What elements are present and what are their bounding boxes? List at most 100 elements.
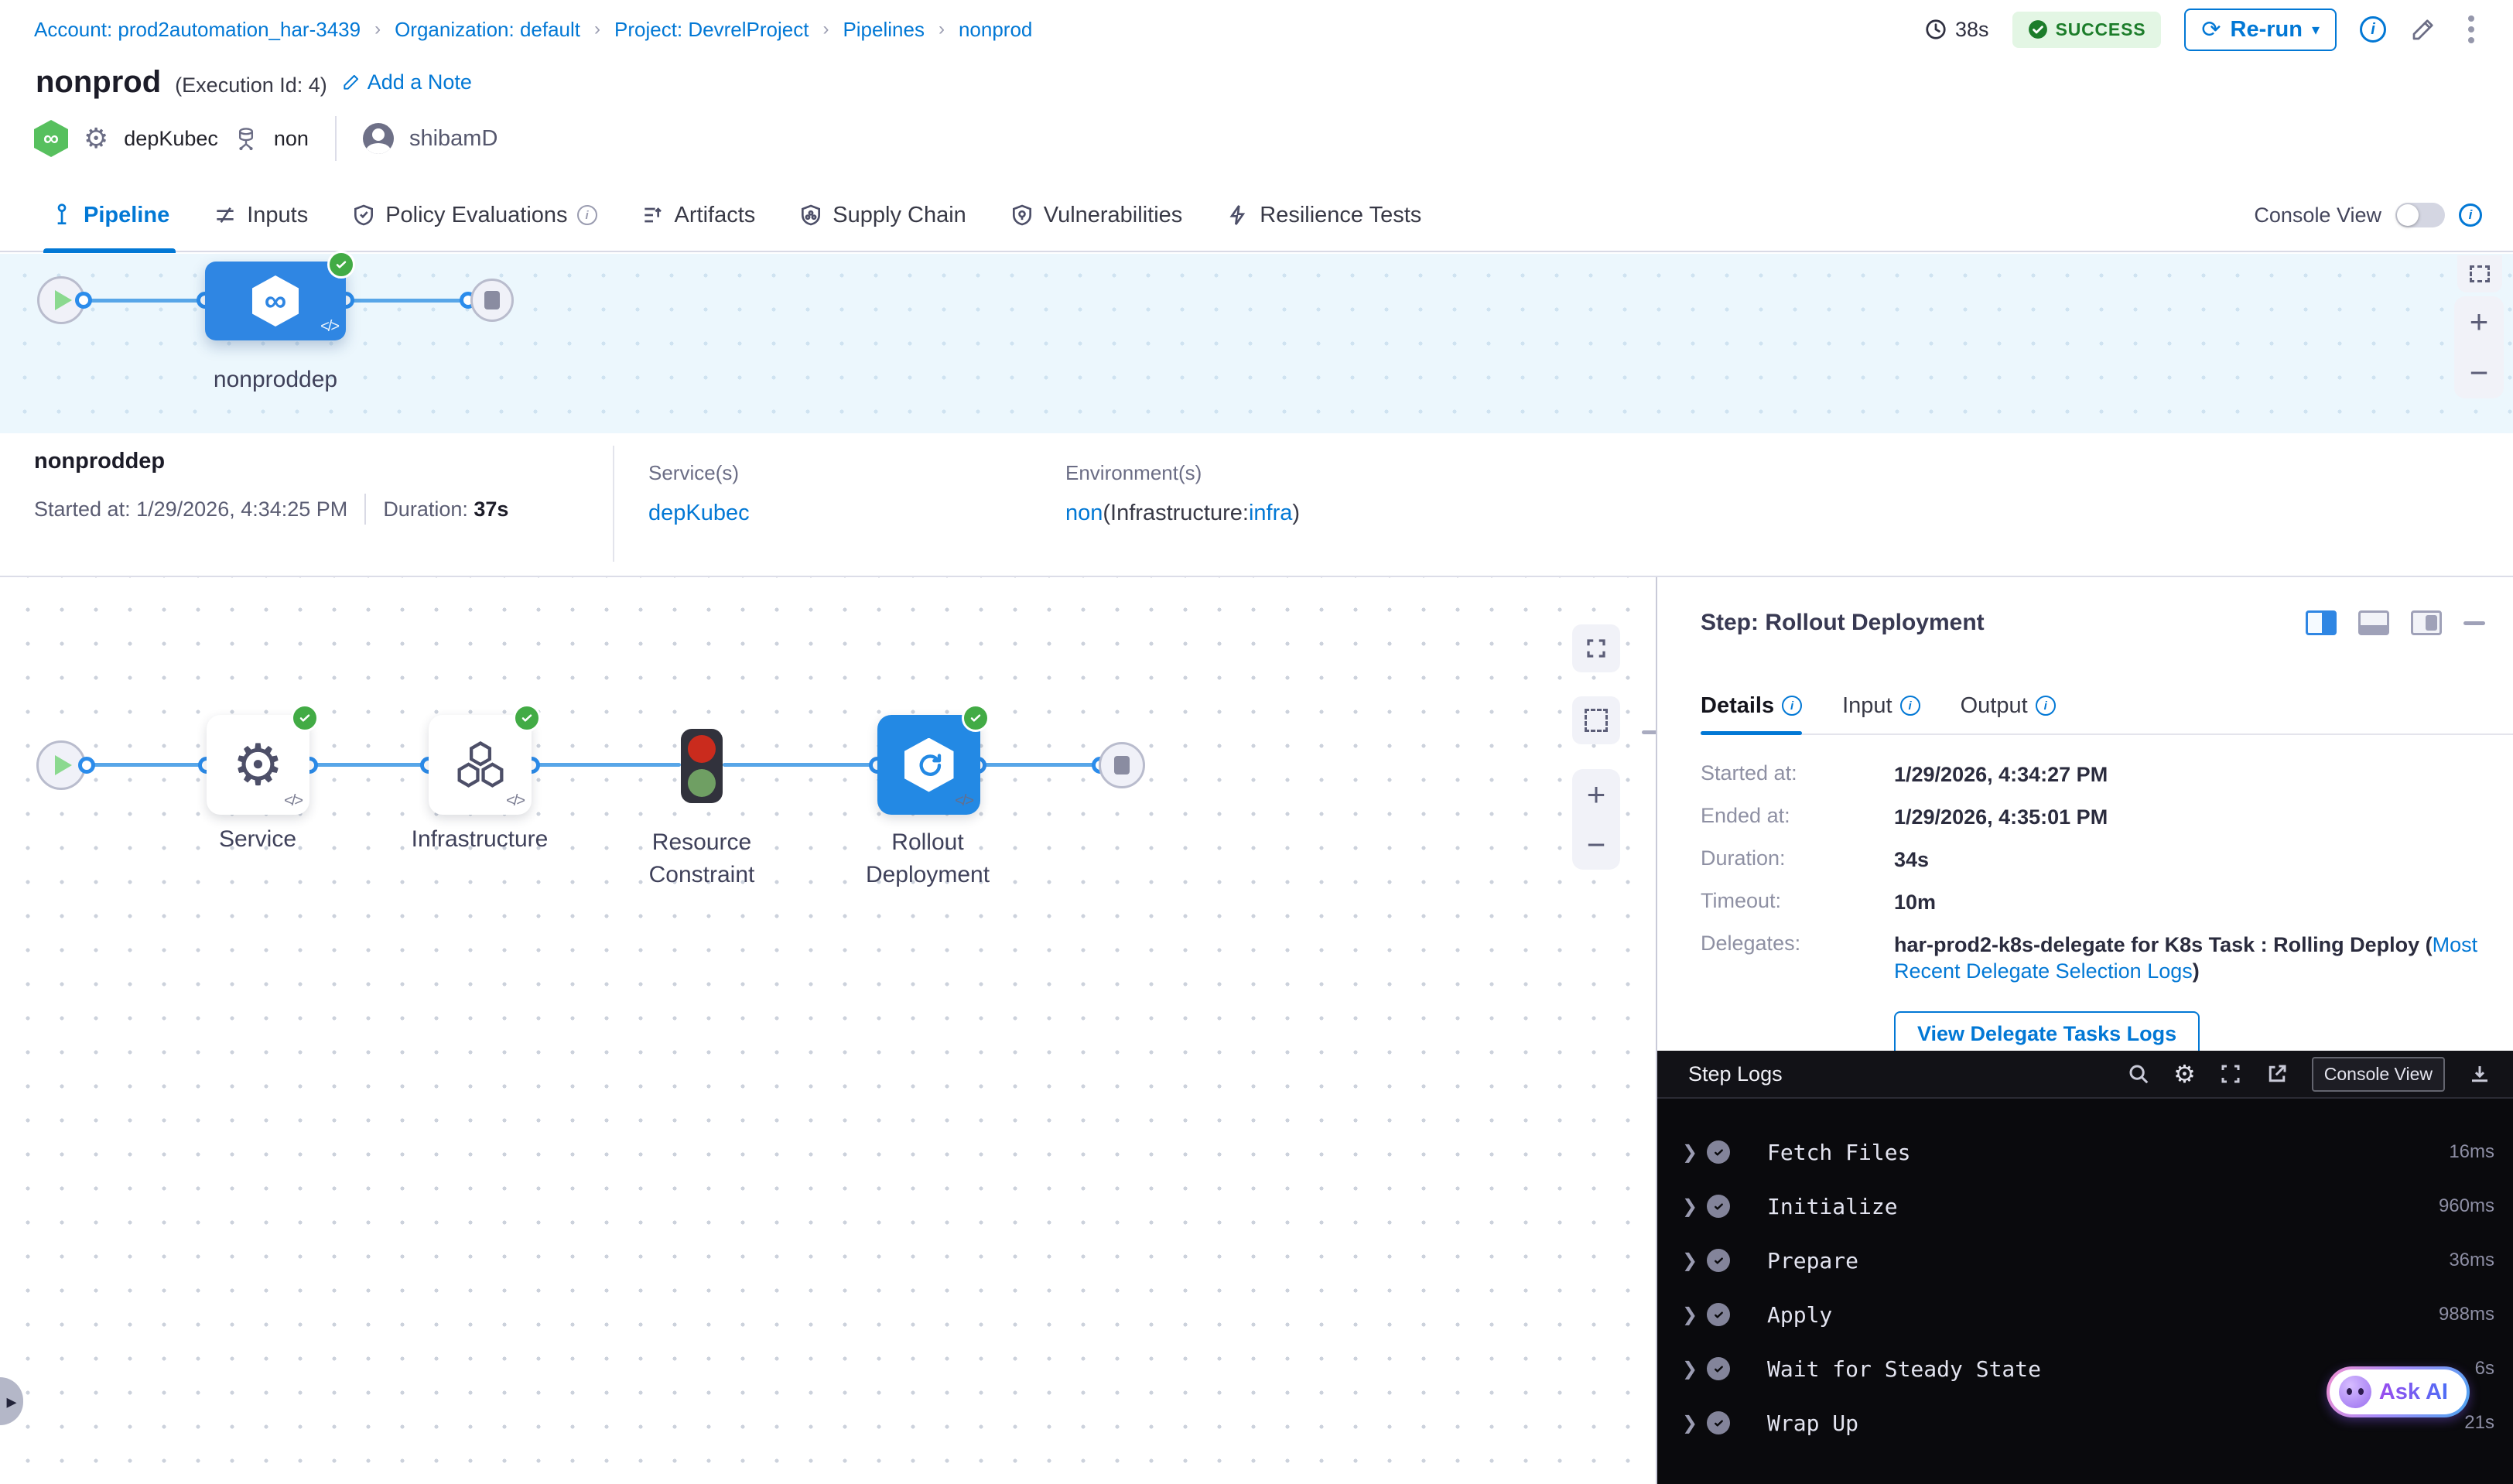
detail-value: 34s — [1894, 846, 1929, 873]
layout-split-right-icon[interactable] — [2306, 610, 2337, 635]
expand-chevron-icon[interactable]: ❯ — [1673, 1141, 1707, 1164]
tab-details[interactable]: Details i — [1701, 678, 1802, 733]
stage-node-nonproddep[interactable]: ∞ </> — [205, 262, 346, 340]
details-info-icon[interactable]: i — [1782, 696, 1802, 716]
console-view-button[interactable]: Console View — [2312, 1057, 2445, 1092]
stage-node-label[interactable]: nonproddep — [159, 367, 391, 393]
zoom-in-button[interactable]: + — [2470, 306, 2489, 338]
breadcrumb-pipelines[interactable]: Pipelines — [843, 18, 925, 42]
infra-link[interactable]: infra — [1249, 501, 1292, 525]
tab-output[interactable]: Output i — [1961, 678, 2056, 733]
tab-supply-chain[interactable]: Supply Chain — [798, 179, 966, 251]
step-node-label[interactable]: Infrastructure — [379, 826, 580, 853]
zoom-in-button[interactable]: + — [1587, 778, 1606, 811]
marquee-select-button[interactable] — [1572, 696, 1620, 744]
stage-summary-times: Started at: 1/29/2026, 4:34:25 PM Durati… — [34, 494, 508, 525]
layout-bottom-icon[interactable] — [2358, 610, 2389, 635]
stage-marquee-select-button[interactable] — [2457, 255, 2502, 292]
input-info-icon[interactable]: i — [1900, 696, 1920, 716]
fit-to-screen-button[interactable] — [1572, 624, 1620, 672]
cd-stage-icon: ∞ — [252, 275, 299, 327]
execution-info-icon[interactable]: i — [2360, 16, 2386, 43]
breadcrumb-project[interactable]: Project: DevrelProject — [614, 18, 809, 42]
chevron-down-icon: ▾ — [2312, 20, 2320, 39]
step-node-resource-constraint[interactable] — [681, 729, 723, 803]
tab-pipeline[interactable]: Pipeline — [50, 179, 169, 251]
execution-id: (Execution Id: 4) — [175, 74, 327, 97]
breadcrumb-pipeline-name[interactable]: nonprod — [959, 18, 1032, 42]
policy-info-icon[interactable]: i — [577, 205, 597, 225]
console-view-info-icon[interactable]: i — [2459, 203, 2482, 227]
log-row-fetch-files[interactable]: ❯ Fetch Files 16ms — [1657, 1125, 2513, 1179]
detail-row-timeout: Timeout: 10m — [1701, 889, 2482, 915]
ask-ai-button[interactable]: Ask AI — [2327, 1366, 2470, 1417]
execution-edge — [723, 763, 877, 767]
step-node-label[interactable]: Resource Constraint — [601, 826, 802, 891]
ask-ai-label: Ask AI — [2379, 1380, 2448, 1405]
environment-link[interactable]: non — [1065, 501, 1103, 525]
step-details-panel: Step: Rollout Deployment Details i Input… — [1656, 577, 2513, 1484]
expand-chevron-icon[interactable]: ❯ — [1673, 1250, 1707, 1272]
environment-name[interactable]: non — [274, 127, 309, 151]
tab-input[interactable]: Input i — [1842, 678, 1920, 733]
traffic-red-light — [688, 735, 716, 763]
open-in-new-icon[interactable] — [2265, 1062, 2289, 1086]
detail-label: Started at: — [1701, 761, 1894, 788]
info-glyph: i — [1909, 699, 1912, 713]
execution-actions: 38s SUCCESS ⟳ Re-run ▾ i — [1924, 9, 2482, 51]
fullscreen-icon[interactable] — [2219, 1062, 2242, 1086]
zoom-out-button[interactable]: − — [1587, 829, 1606, 861]
zoom-out-button[interactable]: − — [2470, 357, 2489, 389]
more-options-icon[interactable] — [2460, 12, 2482, 46]
log-row-prepare[interactable]: ❯ Prepare 36ms — [1657, 1233, 2513, 1287]
left-panel-expander[interactable]: ▸ — [0, 1377, 23, 1425]
stage-graph-canvas[interactable]: ∞ </> nonproddep + − — [0, 254, 2513, 433]
tab-label: Artifacts — [675, 203, 756, 228]
tab-inputs[interactable]: Inputs — [213, 179, 308, 251]
service-link[interactable]: depKubec — [648, 501, 750, 526]
edit-pencil-icon[interactable] — [2409, 15, 2437, 43]
tab-vulnerabilities[interactable]: Vulnerabilities — [1010, 179, 1182, 251]
tab-label: Inputs — [247, 203, 308, 228]
log-row-apply[interactable]: ❯ Apply 988ms — [1657, 1287, 2513, 1342]
execution-graph-canvas[interactable]: ⚙ </> Service </> Infrastructure Resourc… — [0, 577, 1654, 1484]
execution-meta-row: ∞ ⚙ depKubec non shibamD — [34, 115, 497, 162]
console-view-label: Console View — [2254, 203, 2381, 227]
step-success-icon — [1707, 1249, 1730, 1272]
environments-label: Environment(s) — [1065, 461, 1300, 485]
step-node-rollout-deployment[interactable]: </> — [877, 715, 980, 815]
tab-artifacts[interactable]: Artifacts — [641, 179, 756, 251]
log-settings-icon[interactable]: ⚙ — [2173, 1062, 2196, 1086]
expand-chevron-icon[interactable]: ❯ — [1673, 1195, 1707, 1218]
step-node-infrastructure[interactable]: </> — [429, 715, 532, 815]
download-icon[interactable] — [2468, 1062, 2491, 1086]
step-node-label[interactable]: Rollout Deployment — [827, 826, 1028, 891]
tab-label: Policy Evaluations — [385, 203, 567, 228]
step-node-label[interactable]: Service — [157, 826, 358, 853]
search-icon[interactable] — [2127, 1062, 2150, 1086]
log-step-duration: 960ms — [2439, 1195, 2494, 1217]
log-row-initialize[interactable]: ❯ Initialize 960ms — [1657, 1179, 2513, 1233]
minimize-panel-icon[interactable] — [2463, 621, 2485, 625]
console-view-toggle[interactable] — [2395, 203, 2445, 227]
tab-resilience-tests[interactable]: Resilience Tests — [1226, 179, 1421, 251]
service-name[interactable]: depKubec — [124, 127, 218, 151]
step-success-icon — [1707, 1303, 1730, 1326]
expand-chevron-icon[interactable]: ❯ — [1673, 1358, 1707, 1380]
output-info-icon[interactable]: i — [2036, 696, 2056, 716]
breadcrumb-organization[interactable]: Organization: default — [395, 18, 580, 42]
log-step-duration: 988ms — [2439, 1304, 2494, 1325]
step-node-service[interactable]: ⚙ </> — [207, 715, 309, 815]
add-note-link[interactable]: Add a Note — [341, 70, 472, 94]
execution-end-node[interactable] — [1099, 742, 1145, 788]
tab-policy-evaluations[interactable]: Policy Evaluations i — [351, 179, 597, 251]
breadcrumb-account[interactable]: Account: prod2automation_har-3439 — [34, 18, 361, 42]
pipeline-icon — [50, 203, 74, 227]
layout-floating-icon[interactable] — [2411, 610, 2442, 635]
rerun-button[interactable]: ⟳ Re-run ▾ — [2184, 9, 2337, 51]
expand-chevron-icon[interactable]: ❯ — [1673, 1304, 1707, 1326]
stage-end-node[interactable] — [470, 279, 514, 322]
expand-chevron-icon[interactable]: ❯ — [1673, 1412, 1707, 1434]
started-at-text: Started at: 1/29/2026, 4:34:25 PM — [34, 498, 347, 521]
environment-value: non(Infrastructure:infra) — [1065, 501, 1300, 526]
